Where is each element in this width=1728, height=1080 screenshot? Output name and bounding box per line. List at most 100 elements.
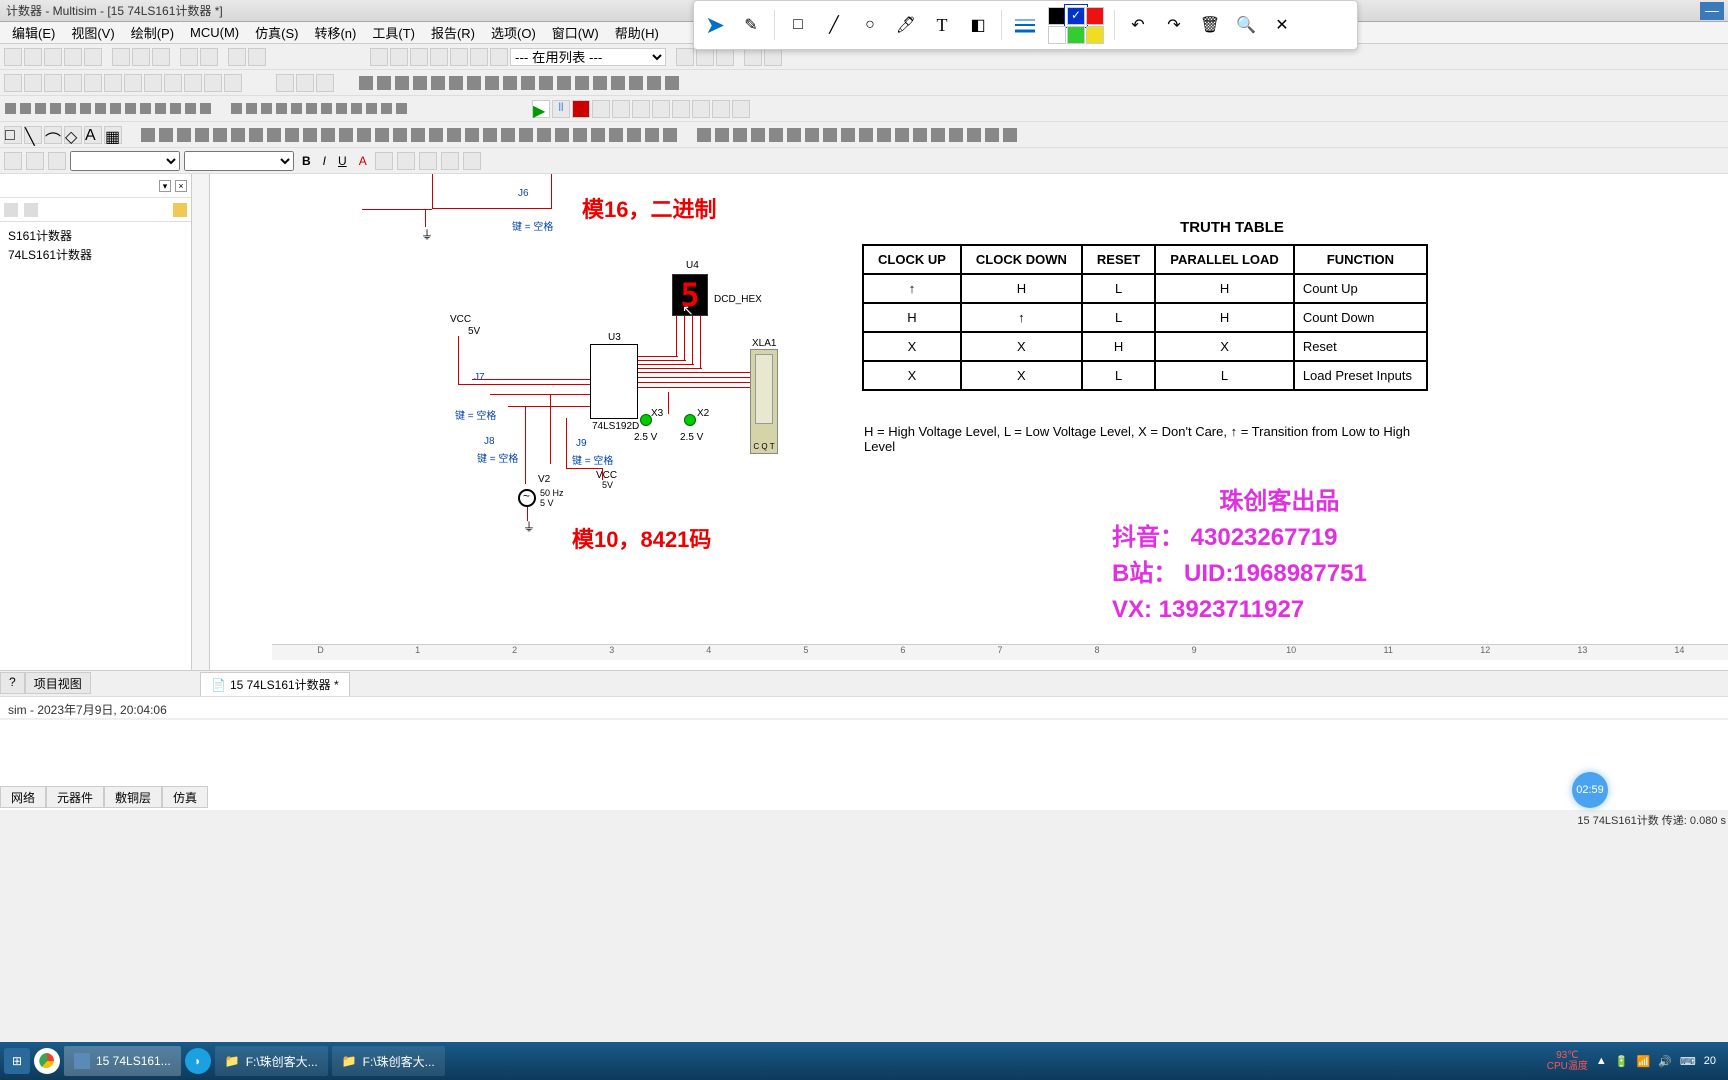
comp-sq[interactable] [449,76,463,90]
shape-pic-icon[interactable]: ▦ [104,126,122,144]
align-r-icon[interactable] [419,152,437,170]
shape-sq[interactable] [429,128,443,142]
comp-sq[interactable] [539,76,553,90]
comp-l[interactable] [224,74,242,92]
cut-icon[interactable] [112,48,130,66]
preview-icon[interactable] [84,48,102,66]
fmt-a[interactable] [4,152,22,170]
tab-nets[interactable]: 网络 [0,786,46,808]
eraser-tool-icon[interactable]: ◧ [965,12,991,38]
shape-sq[interactable] [339,128,353,142]
font-size-select[interactable] [184,151,294,171]
comp-f[interactable] [104,74,122,92]
shape-sq[interactable] [321,128,335,142]
comp-sq[interactable] [359,76,373,90]
sim-sq2[interactable] [291,103,302,114]
shape-sq[interactable] [159,128,173,142]
document-tab[interactable]: 📄 15 74LS161计数器 * [200,672,350,696]
print-icon[interactable] [64,48,82,66]
shape-sq[interactable] [195,128,209,142]
comp-sq[interactable] [575,76,589,90]
color-black[interactable] [1048,7,1066,25]
color-blue[interactable]: ✓ [1067,7,1085,25]
sim-b[interactable] [612,100,630,118]
menu-tools[interactable]: 工具(T) [364,23,423,42]
tb-k[interactable] [696,48,714,66]
menu-options[interactable]: 选项(O) [483,23,544,42]
paste-icon[interactable] [152,48,170,66]
shape-sq[interactable] [411,128,425,142]
search-tool-icon[interactable]: 🔍 [1233,12,1259,38]
align-c-icon[interactable] [397,152,415,170]
sim-sq2[interactable] [231,103,242,114]
sim-sq[interactable] [170,103,181,114]
shape-sq[interactable] [555,128,569,142]
menu-simulate[interactable]: 仿真(S) [247,23,306,42]
sim-sq2[interactable] [306,103,317,114]
comp-sq[interactable] [611,76,625,90]
sim-sq2[interactable] [336,103,347,114]
menu-reports[interactable]: 报告(R) [423,23,483,42]
volume-icon[interactable]: 🔊 [1658,1055,1672,1068]
menu-mcu[interactable]: MCU(M) [182,25,247,40]
shape-sq[interactable] [249,128,263,142]
shape-sq2[interactable] [805,128,819,142]
side-dropdown-icon[interactable]: ▾ [159,180,171,192]
component-u3[interactable] [590,344,638,419]
in-use-list-select[interactable]: --- 在用列表 --- [510,48,666,66]
side-tab-project-view[interactable]: 项目视图 [25,672,91,694]
undo-tool-icon[interactable]: ↶ [1125,12,1151,38]
sim-sq[interactable] [5,103,16,114]
sim-sq2[interactable] [366,103,377,114]
comp-sq[interactable] [521,76,535,90]
sim-sq[interactable] [20,103,31,114]
shape-rect-icon[interactable]: □ [4,126,22,144]
shape-sq[interactable] [447,128,461,142]
tb-j[interactable] [676,48,694,66]
schematic-canvas[interactable]: J6 键 = 空格 ⏚ 模16，二进制 VCC 5V U4 5 DCD_HEX … [272,174,1728,640]
design-tree[interactable]: S161计数器 74LS161计数器 [0,222,191,670]
shape-sq[interactable] [393,128,407,142]
shape-sq[interactable] [483,128,497,142]
comp-c[interactable] [44,74,62,92]
tb-h[interactable] [470,48,488,66]
sim-sq[interactable] [185,103,196,114]
task-app-icon[interactable]: ◗ [185,1048,211,1074]
comp-sq[interactable] [431,76,445,90]
menu-help[interactable]: 帮助(H) [607,23,667,42]
shape-sq2[interactable] [1003,128,1017,142]
sim-f[interactable] [692,100,710,118]
comp-sq[interactable] [665,76,679,90]
comp-k[interactable] [204,74,222,92]
tb-d[interactable] [390,48,408,66]
tb-g[interactable] [450,48,468,66]
shape-sq2[interactable] [949,128,963,142]
sim-sq[interactable] [155,103,166,114]
tb-f[interactable] [430,48,448,66]
sim-sq[interactable] [80,103,91,114]
new-icon[interactable] [4,48,22,66]
side-tool-b-icon[interactable] [24,203,38,217]
tab-simulation[interactable]: 仿真 [162,786,208,808]
shape-sq[interactable] [627,128,641,142]
list-icon[interactable] [441,152,459,170]
tab-components[interactable]: 元器件 [46,786,104,808]
shape-sq[interactable] [465,128,479,142]
italic-icon[interactable]: I [319,154,330,168]
comp-sq[interactable] [485,76,499,90]
shape-sq2[interactable] [787,128,801,142]
color-green[interactable] [1067,26,1085,44]
shape-sq2[interactable] [895,128,909,142]
delete-tool-icon[interactable]: 🗑 [1197,12,1223,38]
shape-sq2[interactable] [877,128,891,142]
circle-tool-icon[interactable]: ○ [857,12,883,38]
open-icon[interactable] [24,48,42,66]
task-folder-2[interactable]: 📁 F:\珠创客大... [332,1046,445,1076]
component-v2[interactable] [518,489,536,507]
chrome-icon[interactable] [34,1048,60,1074]
comp-b[interactable] [24,74,42,92]
select-tool-icon[interactable]: ➤ [702,12,728,38]
video-time-bubble[interactable]: 02:59 [1572,772,1608,808]
comp-m[interactable] [276,74,294,92]
sim-sq[interactable] [200,103,211,114]
